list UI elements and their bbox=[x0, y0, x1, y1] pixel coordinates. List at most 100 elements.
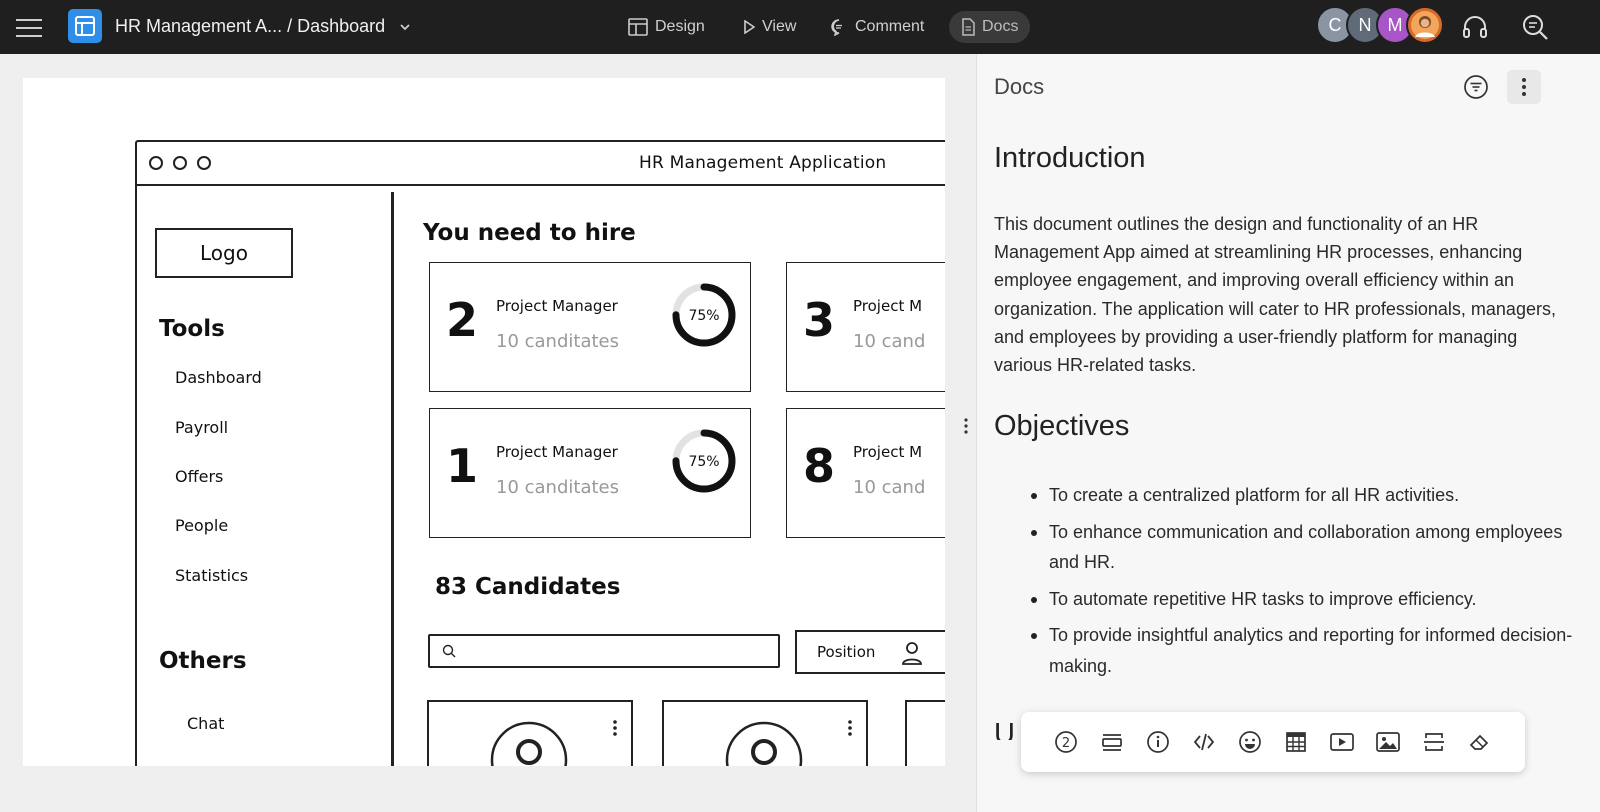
wireframe-window-title: HR Management Application bbox=[639, 153, 887, 173]
play-icon bbox=[744, 20, 755, 34]
sidebar-item-people: People bbox=[175, 516, 229, 535]
sidebar-item-offers: Offers bbox=[175, 467, 224, 486]
candidate-card bbox=[427, 700, 633, 766]
insert-toolbar: 2 bbox=[1021, 712, 1525, 772]
wireframe-search-input bbox=[428, 634, 780, 668]
heading-objectives[interactable]: Objectives bbox=[994, 410, 1129, 443]
tab-design-label: Design bbox=[655, 18, 705, 35]
hire-card: 2 Project Manager 10 canditates 75% bbox=[429, 262, 751, 392]
window-dot-icon bbox=[173, 156, 187, 170]
placeholder-icon[interactable]: 2 bbox=[1052, 728, 1080, 756]
tab-docs-label: Docs bbox=[982, 18, 1019, 35]
next-heading-partial[interactable]: U bbox=[994, 718, 1015, 740]
progress-label: 75% bbox=[688, 454, 719, 470]
avatar-placeholder-icon bbox=[725, 721, 803, 766]
kebab-menu-icon bbox=[848, 720, 852, 736]
more-options-button[interactable] bbox=[1507, 70, 1541, 104]
layout-icon bbox=[628, 18, 648, 36]
kebab-menu-icon bbox=[1522, 78, 1526, 96]
sidebar-heading-tools: Tools bbox=[159, 316, 225, 342]
drag-handle-icon[interactable] bbox=[964, 418, 968, 434]
sidebar-item-chat: Chat bbox=[187, 714, 225, 733]
hire-card-count: 2 bbox=[446, 293, 479, 347]
design-canvas[interactable]: HR Management Application Logo Tools Das… bbox=[0, 54, 976, 812]
tab-view-label: View bbox=[762, 18, 797, 35]
image-icon[interactable] bbox=[1374, 728, 1402, 756]
wireframe-titlebar: HR Management Application bbox=[137, 142, 945, 186]
progress-ring: 75% bbox=[672, 429, 736, 493]
heading-introduction[interactable]: Introduction bbox=[994, 142, 1146, 175]
hire-card-count: 1 bbox=[446, 439, 479, 493]
breadcrumb[interactable]: HR Management A... / Dashboard bbox=[115, 16, 385, 37]
eraser-icon[interactable] bbox=[1466, 728, 1494, 756]
tab-design[interactable]: Design bbox=[616, 11, 717, 43]
list-item[interactable]: To automate repetitive HR tasks to impro… bbox=[1021, 584, 1581, 615]
wireframe-window[interactable]: HR Management Application Logo Tools Das… bbox=[135, 140, 945, 766]
hire-card-candidates: 10 canditates bbox=[496, 477, 619, 498]
hire-card-role: Project Manager bbox=[496, 443, 618, 461]
tab-docs[interactable]: Docs bbox=[949, 11, 1031, 43]
headphones-icon[interactable] bbox=[1460, 12, 1490, 42]
sidebar-divider bbox=[391, 192, 394, 766]
search-icon bbox=[442, 644, 456, 658]
position-filter-label: Position bbox=[817, 643, 876, 661]
list-item[interactable]: To provide insightful analytics and repo… bbox=[1021, 620, 1581, 681]
comment-icon bbox=[831, 19, 842, 36]
hire-card-role: Project Manager bbox=[496, 297, 618, 315]
progress-label: 75% bbox=[688, 308, 719, 324]
hire-section-title: You need to hire bbox=[423, 220, 636, 246]
docs-panel-title: Docs bbox=[994, 74, 1045, 99]
document-icon bbox=[962, 18, 975, 36]
table-icon[interactable] bbox=[1282, 728, 1310, 756]
app-logo-icon[interactable] bbox=[68, 9, 102, 43]
hire-card-candidates: 10 cand bbox=[853, 331, 926, 352]
wireframe-logo: Logo bbox=[155, 228, 293, 278]
artboard[interactable]: HR Management Application Logo Tools Das… bbox=[23, 78, 945, 766]
sidebar-item-payroll: Payroll bbox=[175, 418, 229, 437]
avatar-photo[interactable] bbox=[1406, 6, 1444, 44]
hire-card: 3 Project M 10 cand bbox=[786, 262, 945, 392]
tab-view[interactable]: View bbox=[731, 11, 808, 43]
top-bar: HR Management A... / Dashboard Design Vi… bbox=[0, 0, 1600, 54]
sidebar-item-dashboard: Dashboard bbox=[175, 368, 262, 387]
code-icon[interactable] bbox=[1190, 728, 1218, 756]
divider-icon[interactable] bbox=[1420, 728, 1448, 756]
candidate-card bbox=[905, 700, 945, 766]
hire-card-count: 3 bbox=[803, 293, 836, 347]
kebab-menu-icon bbox=[613, 720, 617, 736]
card-icon[interactable] bbox=[1098, 728, 1126, 756]
chevron-down-icon[interactable] bbox=[398, 20, 412, 34]
hire-card-role: Project M bbox=[853, 297, 923, 315]
video-icon[interactable] bbox=[1328, 728, 1356, 756]
window-dot-icon bbox=[197, 156, 211, 170]
hire-card-candidates: 10 canditates bbox=[496, 331, 619, 352]
wireframe-position-filter: Position bbox=[795, 630, 945, 674]
window-dot-icon bbox=[149, 156, 163, 170]
list-item[interactable]: To enhance communication and collaborati… bbox=[1021, 517, 1581, 578]
candidate-card bbox=[662, 700, 868, 766]
tab-comment-label: Comment bbox=[855, 18, 925, 35]
hire-card-candidates: 10 cand bbox=[853, 477, 926, 498]
hire-card: 1 Project Manager 10 canditates 75% bbox=[429, 408, 751, 538]
intro-paragraph[interactable]: This document outlines the design and fu… bbox=[994, 210, 1564, 379]
sidebar-heading-others: Others bbox=[159, 648, 247, 674]
hire-card-role: Project M bbox=[853, 443, 923, 461]
candidates-title: 83 Candidates bbox=[435, 574, 621, 600]
hamburger-menu-icon[interactable] bbox=[14, 13, 44, 41]
avatar-placeholder-icon bbox=[490, 721, 568, 766]
user-icon bbox=[902, 642, 922, 665]
objectives-list: To create a centralized platform for all… bbox=[1021, 480, 1581, 687]
person-photo-icon bbox=[1411, 11, 1439, 39]
list-item[interactable]: To create a centralized platform for all… bbox=[1021, 480, 1581, 511]
search-comment-icon[interactable] bbox=[1520, 12, 1550, 42]
docs-panel: Docs Introduction This document outlines… bbox=[964, 54, 1600, 812]
svg-text:2: 2 bbox=[1062, 736, 1070, 751]
emoji-icon[interactable] bbox=[1236, 728, 1264, 756]
info-icon[interactable] bbox=[1144, 728, 1172, 756]
progress-ring: 75% bbox=[672, 283, 736, 347]
sidebar-item-statistics: Statistics bbox=[175, 566, 249, 585]
hire-card-count: 8 bbox=[803, 439, 836, 493]
hire-card: 8 Project M 10 cand bbox=[786, 408, 945, 538]
filter-icon[interactable] bbox=[1463, 74, 1489, 100]
tab-comment[interactable]: Comment bbox=[818, 11, 936, 43]
